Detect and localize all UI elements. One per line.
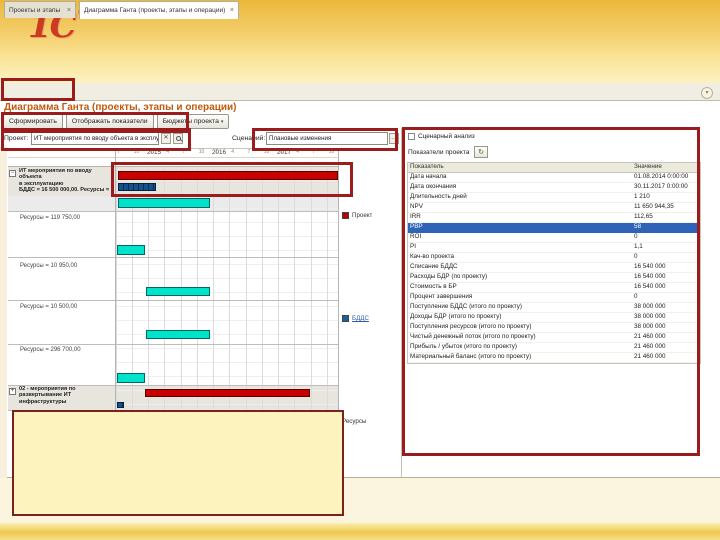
bar-resource-2[interactable] bbox=[117, 245, 145, 255]
close-icon[interactable]: × bbox=[67, 7, 71, 14]
gantt-resource-label: Ресурсы = 296 700,00 bbox=[20, 347, 81, 353]
bar-resource-3[interactable] bbox=[146, 287, 210, 296]
gantt-section-separator bbox=[8, 344, 338, 345]
legend-item-проект: Проект bbox=[342, 212, 372, 219]
slide-footer bbox=[0, 523, 720, 540]
legend-label: Ресурсы bbox=[342, 418, 367, 425]
gantt-resource-label: Ресурсы = 10 950,00 bbox=[20, 263, 78, 269]
gantt-section-separator bbox=[8, 211, 338, 212]
expand-icon[interactable]: + bbox=[9, 388, 16, 395]
annotation-note-box bbox=[12, 410, 344, 516]
dropdown-arrow-icon: ▾ bbox=[220, 118, 224, 125]
gantt-group-2-label: 02 - мероприятия по развертывание ИТ инф… bbox=[19, 386, 76, 405]
annotation-rect-project-field bbox=[1, 128, 191, 151]
gantt-resource-label: Ресурсы = 10 500,00 bbox=[20, 304, 78, 310]
tab-gantt-diagram[interactable]: Диаграмма Ганта (проекты, этапы и операц… bbox=[79, 1, 239, 19]
annotation-rect-gantt-row bbox=[111, 162, 353, 197]
legend-label[interactable]: БДДС bbox=[352, 315, 369, 322]
close-icon[interactable]: × bbox=[230, 7, 234, 14]
timeline-quarter-tick: 10 bbox=[198, 149, 205, 155]
legend-swatch bbox=[342, 315, 349, 322]
gantt-gridline bbox=[229, 167, 231, 410]
timeline-quarter-tick: 7 bbox=[247, 149, 251, 155]
timeline-quarter-tick: 1 bbox=[215, 149, 218, 155]
annotation-rect-kpi-panel bbox=[402, 127, 700, 456]
gantt-resource-label: Ресурсы = 119 750,00 bbox=[20, 215, 81, 221]
gantt-gridline bbox=[213, 167, 214, 410]
tab-label: Проекты и этапы bbox=[9, 6, 61, 14]
bar-resource-4[interactable] bbox=[146, 330, 210, 339]
gantt-gridline bbox=[294, 167, 296, 410]
gantt-gridline bbox=[310, 167, 312, 410]
gantt-gridline bbox=[245, 167, 247, 410]
legend-label: Проект bbox=[352, 212, 373, 219]
annotation-rect-tab bbox=[1, 78, 75, 101]
bar-resource-5[interactable] bbox=[117, 373, 145, 383]
tab-projects-stages[interactable]: Проекты и этапы × bbox=[4, 1, 76, 18]
gantt-section-separator bbox=[8, 300, 338, 301]
legend-swatch bbox=[342, 212, 349, 219]
gantt-gridline bbox=[278, 167, 279, 410]
bar-project-2[interactable] bbox=[145, 389, 310, 397]
bar-resource-1[interactable] bbox=[118, 198, 210, 208]
timeline-quarter-tick: 4 bbox=[231, 149, 235, 155]
bar-bdds-2[interactable] bbox=[117, 402, 124, 408]
window-menu-button[interactable]: ▾ bbox=[701, 87, 713, 99]
gantt-gridline bbox=[326, 167, 328, 410]
tab-label: Диаграмма Ганта (проекты, этапы и операц… bbox=[84, 7, 226, 14]
legend-item-ресурсы: Ресурсы bbox=[342, 418, 366, 425]
tab-strip bbox=[0, 83, 720, 101]
annotation-rect-scenario-field bbox=[252, 128, 398, 151]
gantt-section-separator bbox=[8, 257, 338, 258]
gantt-group-1-label: ИТ мероприятия по вводу объекта в эксплу… bbox=[19, 168, 110, 194]
legend-item-бддс[interactable]: БДДС bbox=[342, 315, 369, 322]
gantt-gridline bbox=[261, 167, 263, 410]
collapse-icon[interactable]: − bbox=[9, 170, 16, 177]
